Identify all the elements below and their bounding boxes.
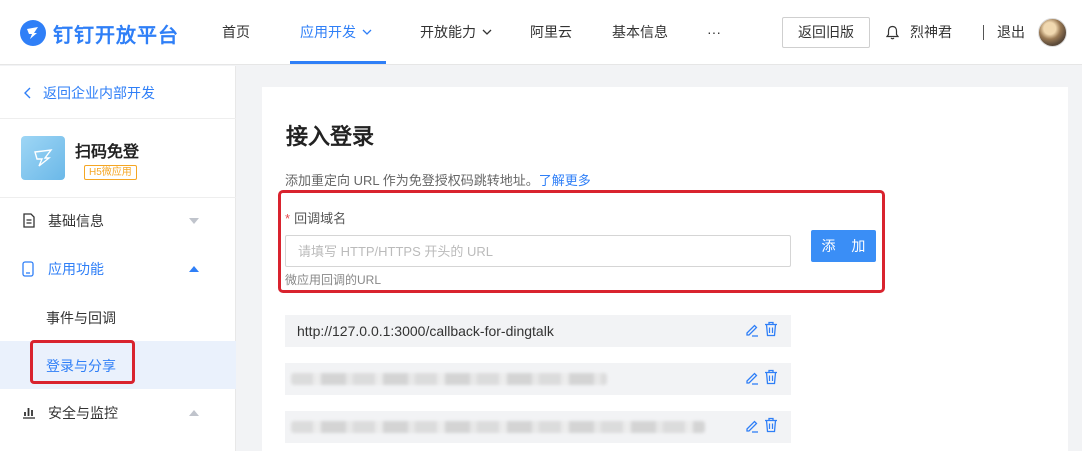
menu-security-monitoring[interactable]: 安全与监控 [0,389,236,437]
callback-domain-label: * 回调域名 [285,208,346,227]
dingtalk-logo-icon [20,20,46,46]
chevron-down-icon [482,29,492,36]
return-old-version-button[interactable]: 返回旧版 [782,17,870,48]
learn-more-link[interactable]: 了解更多 [539,173,591,188]
redacted-url [291,421,705,433]
divider [0,118,236,119]
logout-link[interactable]: 退出 [997,0,1025,65]
callback-domain-label-text: 回调域名 [294,211,347,226]
menu-app-features-label: 应用功能 [48,261,104,277]
submenu-events-callbacks-label: 事件与回调 [46,310,116,326]
nav-basic-info[interactable]: 基本信息 [612,0,668,65]
delete-icon[interactable] [764,417,778,433]
nav-open-capabilities-label: 开放能力 [420,24,476,40]
callback-url-row-blurred [285,411,791,443]
bell-icon[interactable] [886,25,899,40]
chart-icon [23,408,35,419]
callback-url-input[interactable] [285,235,791,267]
brand-name: 钉钉开放平台 [53,24,179,47]
nav-home[interactable]: 首页 [222,0,250,65]
menu-security-monitoring-label: 安全与监控 [48,405,118,421]
highlight-annotation-box [30,340,135,384]
back-link-label: 返回企业内部开发 [43,85,155,101]
nav-more[interactable]: ··· [707,0,721,65]
app-type-badge: H5微应用 [84,165,137,180]
menu-basic-info-label: 基础信息 [48,213,104,229]
callback-url-hint: 微应用回调的URL [285,273,382,287]
submenu-events-callbacks[interactable]: 事件与回调 [0,293,236,341]
nav-app-development[interactable]: 应用开发 [300,0,372,65]
sidebar: 返回企业内部开发 扫码免登 H5微应用 基础信息 应用功能 事件与回调 登录与分… [0,66,236,451]
add-button[interactable]: 添 加 [811,230,876,262]
chevron-left-icon [24,87,31,99]
chevron-down-icon [362,29,372,36]
nav-aliyun[interactable]: 阿里云 [530,0,572,65]
redacted-url [291,373,607,385]
caret-down-icon [189,218,199,224]
menu-app-features[interactable]: 应用功能 [0,245,236,293]
avatar[interactable] [1038,18,1067,47]
back-to-internal-dev-link[interactable]: 返回企业内部开发 [24,83,155,103]
caret-up-icon [189,410,199,416]
phone-icon [22,261,34,277]
menu-basic-info[interactable]: 基础信息 [0,197,236,245]
edit-icon[interactable] [745,419,759,433]
description-text: 添加重定向 URL 作为免登授权码跳转地址。 [285,173,539,188]
callback-url-row: http://127.0.0.1:3000/callback-for-dingt… [285,315,791,347]
caret-up-icon [189,266,199,272]
nav-open-capabilities[interactable]: 开放能力 [420,0,492,65]
app-name: 扫码免登 [75,144,140,161]
edit-icon[interactable] [745,371,759,385]
delete-icon[interactable] [764,321,778,337]
active-tab-indicator [290,61,386,64]
main-content-card: 接入登录 添加重定向 URL 作为免登授权码跳转地址。了解更多 *回调域名 添 … [262,87,1068,451]
divider [983,25,984,40]
callback-url-row-blurred [285,363,791,395]
page-description: 添加重定向 URL 作为免登授权码跳转地址。了解更多 [285,170,591,189]
delete-icon[interactable] [764,369,778,385]
callback-url-value: http://127.0.0.1:3000/callback-for-dingt… [297,323,554,339]
user-name[interactable]: 烈神君 [910,0,952,65]
edit-icon[interactable] [745,323,759,337]
scan-login-app-icon [34,149,53,167]
app-icon [21,136,65,180]
top-navigation-bar: 钉钉开放平台 首页 应用开发 开放能力 阿里云 基本信息 ··· 返回旧版 烈神… [0,0,1082,65]
page-title: 接入登录 [286,124,375,149]
nav-app-development-label: 应用开发 [300,24,356,40]
document-icon [23,213,35,228]
brand-logo[interactable]: 钉钉开放平台 [20,19,179,47]
required-star: * [285,211,291,226]
